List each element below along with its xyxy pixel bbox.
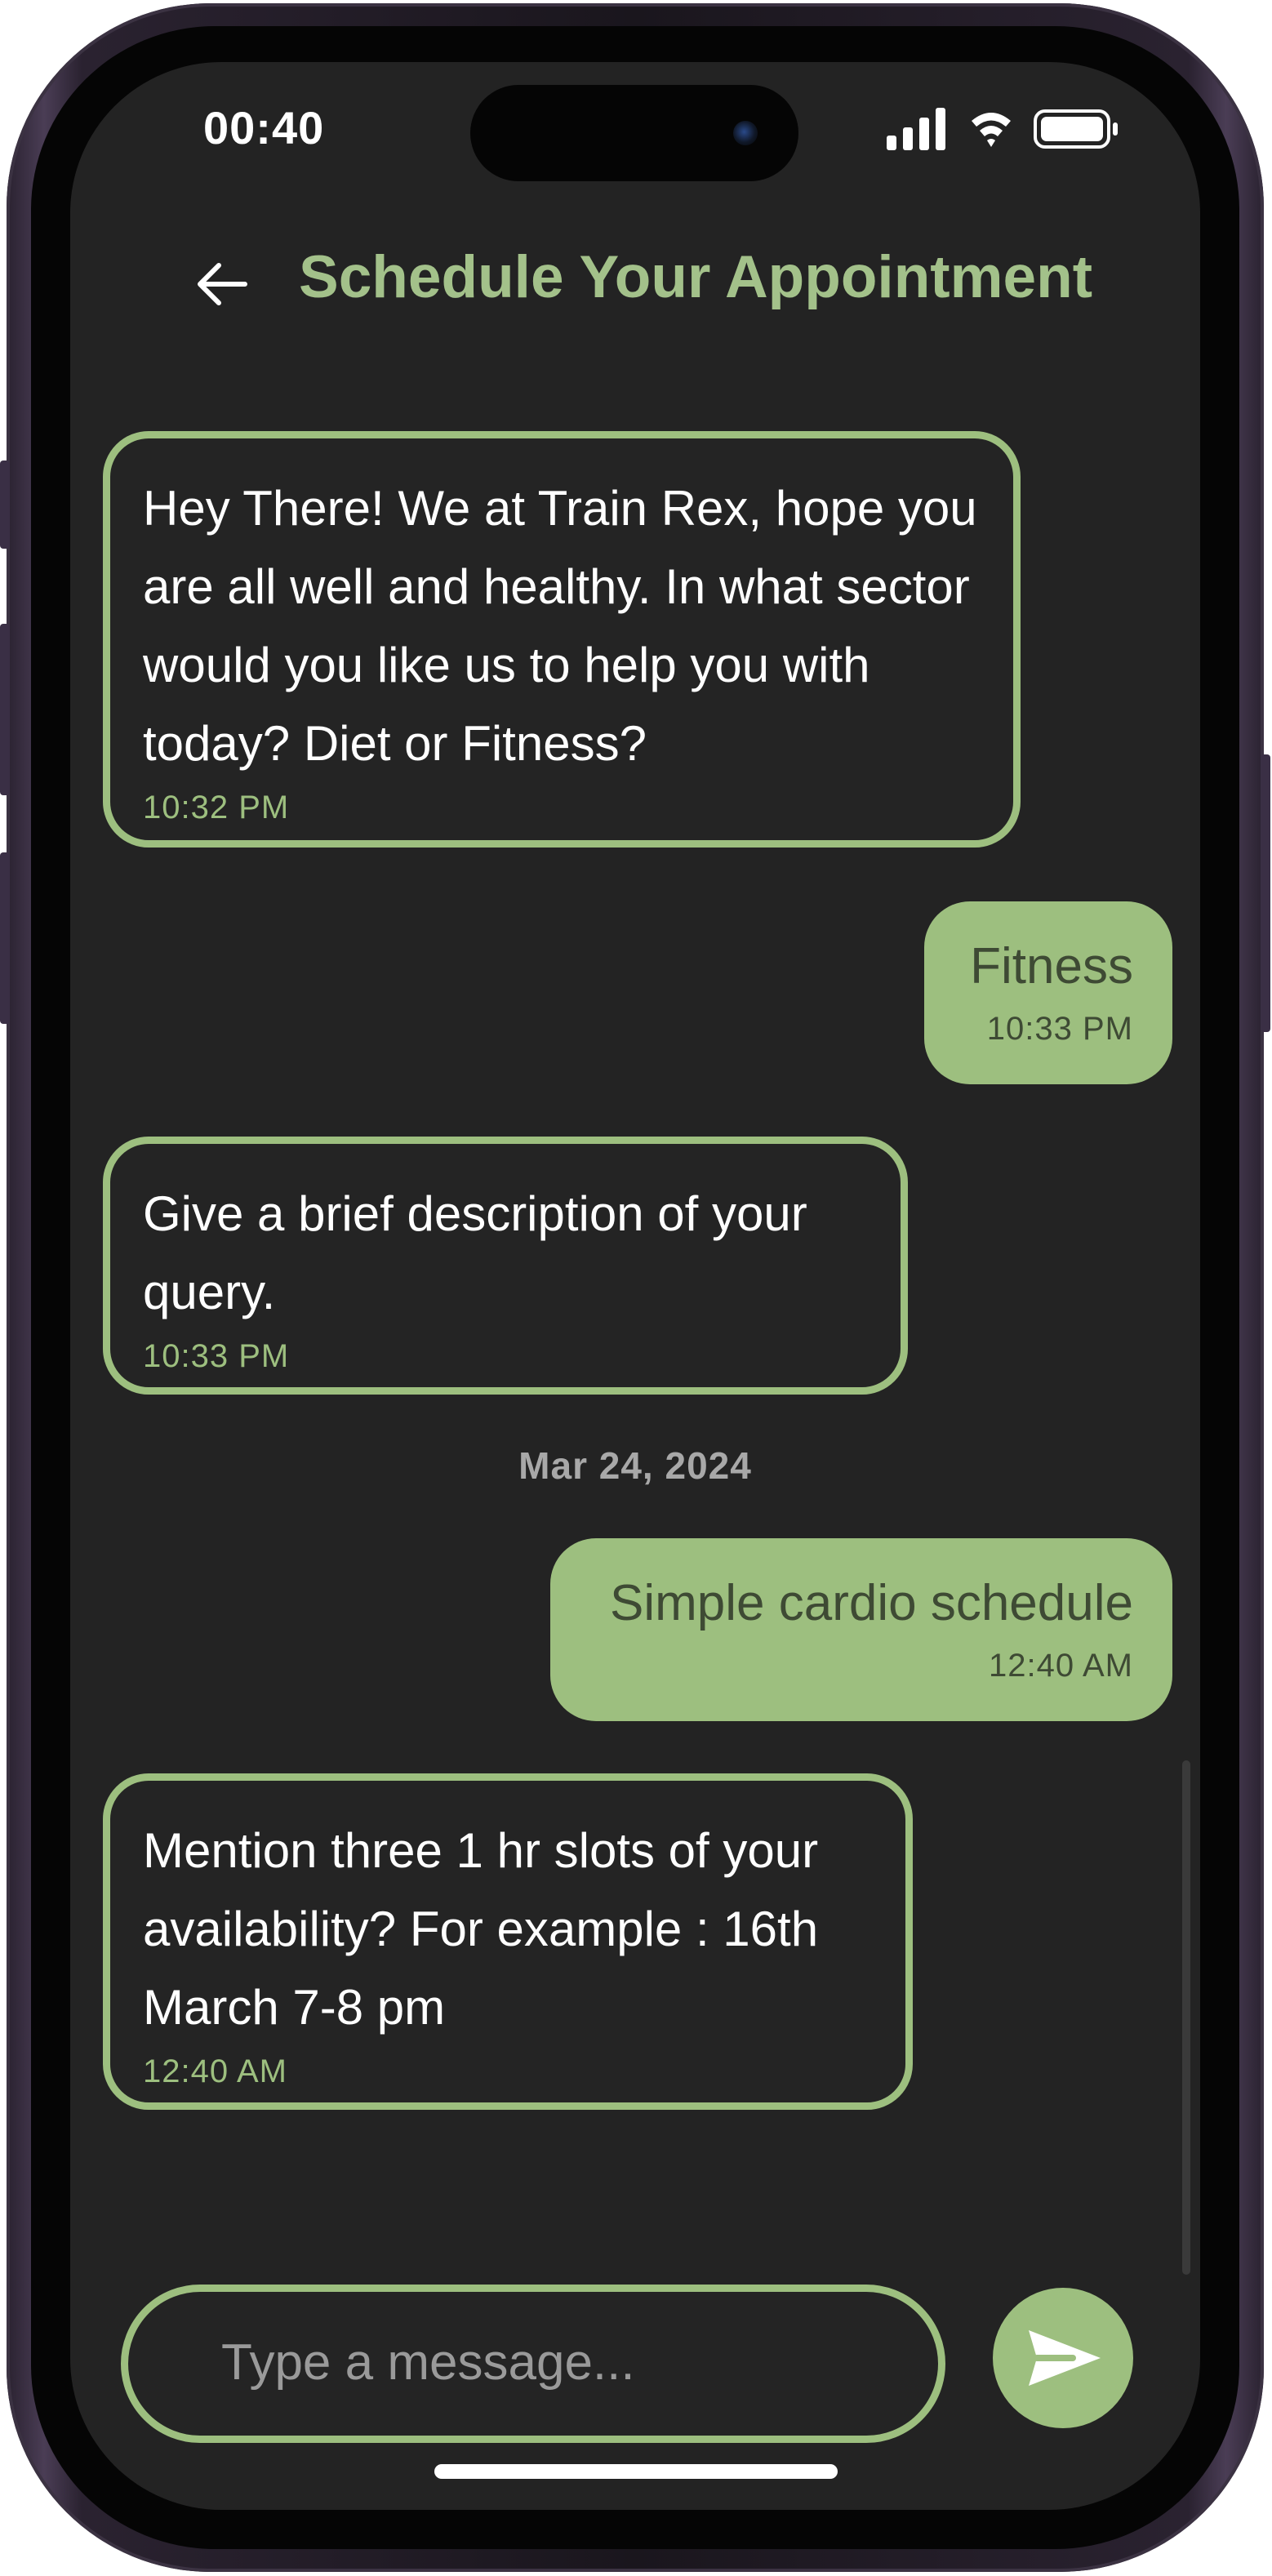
bot-message: Mention three 1 hr slots of your availab… xyxy=(103,1773,913,2110)
volume-up-button xyxy=(0,624,10,795)
message-composer xyxy=(121,2285,945,2443)
bot-message: Give a brief description of your query. … xyxy=(103,1137,908,1395)
user-message: Simple cardio schedule 12:40 AM xyxy=(550,1538,1172,1721)
user-message: Fitness 10:33 PM xyxy=(924,901,1172,1084)
message-text: Simple cardio schedule xyxy=(609,1575,1133,1631)
message-input[interactable] xyxy=(220,2329,860,2396)
app-screen: 00:40 Schedule Your Appointment Hey Ther… xyxy=(70,62,1200,2510)
message-text: Hey There! We at Train Rex, hope you are… xyxy=(143,481,977,771)
send-button[interactable] xyxy=(993,2288,1133,2428)
message-text: Mention three 1 hr slots of your availab… xyxy=(143,1823,819,2035)
message-time: 10:33 PM xyxy=(986,1011,1133,1047)
message-text: Fitness xyxy=(970,938,1133,994)
bot-message: Hey There! We at Train Rex, hope you are… xyxy=(103,431,1021,848)
volume-down-button xyxy=(0,852,10,1024)
date-separator: Mar 24, 2024 xyxy=(518,1444,752,1487)
send-icon xyxy=(1029,2330,1101,2386)
message-text: Give a brief description of your query. xyxy=(143,1186,807,1319)
message-time: 10:32 PM xyxy=(143,790,290,825)
message-time: 10:33 PM xyxy=(143,1338,290,1374)
power-button xyxy=(1261,754,1270,1032)
message-time: 12:40 AM xyxy=(143,2053,288,2089)
chat-thread: Hey There! We at Train Rex, hope you are… xyxy=(70,62,1200,2510)
action-button xyxy=(0,460,10,549)
chat-scrollbar[interactable] xyxy=(1182,1760,1190,2275)
home-indicator xyxy=(434,2464,838,2479)
message-time: 12:40 AM xyxy=(988,1648,1133,1684)
